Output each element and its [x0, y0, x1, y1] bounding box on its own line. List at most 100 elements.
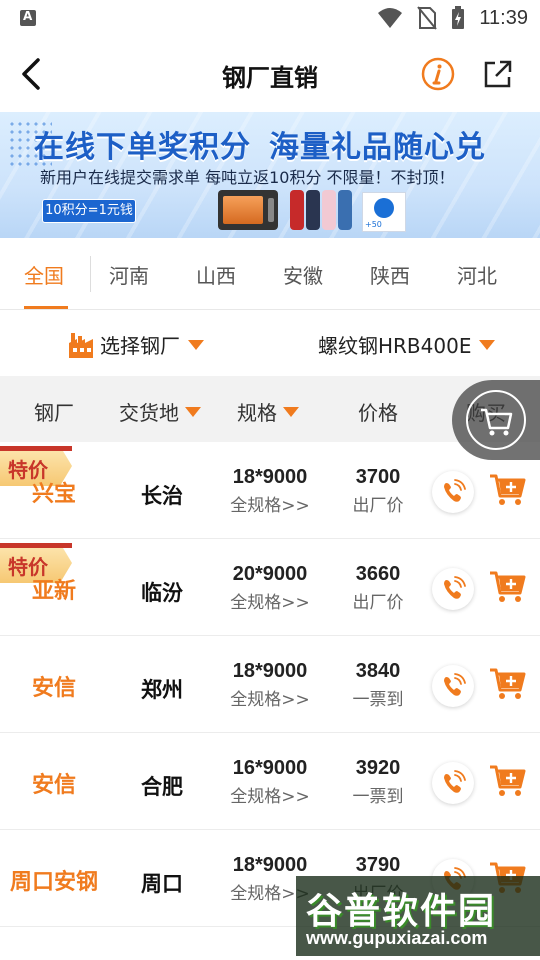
- sort-arrow-icon: [185, 406, 201, 417]
- table-row[interactable]: 安信 郑州 18*9000 全规格>> 3840 一票到: [0, 636, 540, 733]
- status-icons: 11:39: [377, 6, 528, 30]
- delivery-place: 合肥: [141, 775, 183, 799]
- price-value: 3700: [355, 466, 401, 488]
- dropdown-arrow-icon: [479, 339, 496, 350]
- region-tabs: 全国 河南 山西 安徽 陕西 河北: [0, 238, 540, 310]
- floating-cart-button[interactable]: [452, 380, 540, 460]
- column-header-delivery[interactable]: 交货地: [119, 397, 201, 426]
- price-cell: 3660 出厂价: [330, 563, 426, 613]
- title-bar: 钢厂直销: [0, 36, 540, 112]
- shopping-cart-icon: [481, 408, 513, 436]
- factory-icon: [69, 332, 93, 358]
- call-button[interactable]: [432, 471, 474, 513]
- phone-call-icon: [444, 770, 466, 793]
- tab-region-hebei[interactable]: 河北: [457, 260, 497, 289]
- banner-subtext: 新用户在线提交需求单 每吨立返10积分 不限量！不封顶！: [40, 168, 455, 187]
- share-button[interactable]: [480, 56, 516, 92]
- spec-value: 20*9000: [232, 563, 308, 585]
- info-button[interactable]: [420, 56, 456, 92]
- delivery-place: 长治: [141, 484, 183, 508]
- mill-name[interactable]: 安信: [0, 670, 108, 702]
- tab-region-henan[interactable]: 河南: [109, 260, 149, 289]
- sort-arrow-icon: [283, 406, 299, 417]
- delivery-place: 周口: [141, 872, 183, 896]
- call-button[interactable]: [432, 568, 474, 610]
- special-tag-stripe: [0, 446, 72, 451]
- cart-add-icon: [490, 571, 526, 602]
- phone-prize-image: [306, 190, 320, 230]
- all-specs-link[interactable]: 全规格>>: [210, 491, 330, 516]
- mill-name[interactable]: 亚新: [0, 573, 108, 605]
- share-external-icon: [484, 60, 512, 88]
- price-cell: 3840 一票到: [330, 660, 426, 710]
- delivery-place: 郑州: [141, 678, 183, 702]
- table-row[interactable]: 特价 兴宝 长治 18*9000 全规格>> 3700 出厂价: [0, 442, 540, 539]
- tab-divider: [90, 256, 91, 292]
- product-select-dropdown[interactable]: 螺纹钢HRB400E: [318, 330, 496, 359]
- spec-value: 16*9000: [232, 757, 308, 779]
- call-button[interactable]: [432, 665, 474, 707]
- spec-cell[interactable]: 18*9000 全规格>>: [210, 660, 330, 710]
- price-value: 3660: [355, 563, 401, 585]
- price-type: 一票到: [352, 787, 404, 807]
- phone-prize-image: [322, 190, 336, 230]
- phone-prize-image: [290, 190, 304, 230]
- tab-region-all[interactable]: 全国: [24, 260, 64, 289]
- tab-region-shaanxi[interactable]: 陕西: [370, 260, 410, 289]
- spec-cell[interactable]: 18*9000 全规格>>: [210, 466, 330, 516]
- table-row[interactable]: 特价 亚新 临汾 20*9000 全规格>> 3660 出厂价: [0, 539, 540, 636]
- phone-call-icon: [444, 673, 466, 696]
- cart-add-icon: [490, 765, 526, 796]
- spec-value: 18*9000: [232, 466, 308, 488]
- active-tab-indicator: [24, 306, 68, 309]
- call-button[interactable]: [432, 762, 474, 804]
- watermark-url: www.gupuxiazai.com: [306, 928, 488, 948]
- all-specs-link[interactable]: 全规格>>: [210, 588, 330, 613]
- banner-badge: 10积分=1元钱: [42, 199, 136, 223]
- filter-bar: 选择钢厂 螺纹钢HRB400E: [0, 310, 540, 376]
- spec-cell[interactable]: 20*9000 全规格>>: [210, 563, 330, 613]
- app-notification-icon: [20, 9, 36, 26]
- phone-prize-image: [338, 190, 352, 230]
- floating-cart-ring: [466, 390, 526, 450]
- tab-region-shanxi[interactable]: 山西: [196, 260, 236, 289]
- column-header-spec[interactable]: 规格: [237, 397, 299, 426]
- product-select-label: 螺纹钢HRB400E: [318, 334, 472, 358]
- no-sim-icon: [417, 6, 438, 30]
- column-header-spec-label: 规格: [237, 401, 277, 425]
- price-cell: 3920 一票到: [330, 757, 426, 807]
- spec-cell[interactable]: 16*9000 全规格>>: [210, 757, 330, 807]
- banner-headline-left: 在线下单奖积分: [34, 130, 251, 165]
- mill-name[interactable]: 周口安钢: [0, 864, 108, 896]
- spec-value: 18*9000: [232, 854, 308, 876]
- special-tag-stripe: [0, 543, 72, 548]
- column-header-delivery-label: 交货地: [119, 401, 179, 425]
- all-specs-link[interactable]: 全规格>>: [210, 782, 330, 807]
- price-value: 3840: [355, 660, 401, 682]
- mill-name[interactable]: 安信: [0, 767, 108, 799]
- watermark-title: 谷普软件园: [306, 891, 497, 932]
- add-to-cart-button[interactable]: [488, 763, 526, 799]
- battery-charging-icon: [452, 6, 465, 29]
- cart-add-icon: [490, 474, 526, 505]
- promo-banner[interactable]: 在线下单奖积分 海量礼品随心兑 新用户在线提交需求单 每吨立返10积分 不限量！…: [0, 112, 540, 238]
- telecom-card-prize-image: [362, 192, 406, 232]
- mill-name[interactable]: 兴宝: [0, 476, 108, 508]
- all-specs-link[interactable]: 全规格>>: [210, 685, 330, 710]
- price-value: 3920: [355, 757, 401, 779]
- oven-prize-image: [218, 190, 278, 230]
- mill-select-dropdown[interactable]: 选择钢厂: [68, 330, 204, 359]
- tab-region-anhui[interactable]: 安徽: [283, 260, 323, 289]
- price-value: 3790: [355, 854, 401, 876]
- cart-add-icon: [490, 668, 526, 699]
- add-to-cart-button[interactable]: [488, 666, 526, 702]
- add-to-cart-button[interactable]: [488, 472, 526, 508]
- price-type: 出厂价: [352, 496, 404, 516]
- wifi-icon: [378, 8, 403, 28]
- column-header-mill: 钢厂: [34, 401, 74, 425]
- price-type: 一票到: [352, 690, 404, 710]
- spec-value: 18*9000: [232, 660, 308, 682]
- phone-call-icon: [444, 576, 466, 599]
- add-to-cart-button[interactable]: [488, 569, 526, 605]
- table-row[interactable]: 安信 合肥 16*9000 全规格>> 3920 一票到: [0, 733, 540, 830]
